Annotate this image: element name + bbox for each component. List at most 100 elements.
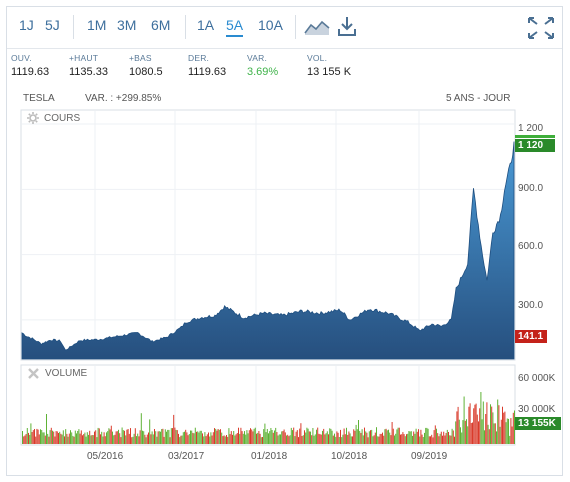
volume-bar	[234, 435, 236, 444]
volume-bar	[299, 428, 301, 444]
volume-bar	[498, 405, 500, 444]
price-y-tick: 900.0	[518, 183, 544, 194]
volume-bar	[199, 430, 201, 444]
volume-bar	[410, 431, 412, 444]
volume-bar	[190, 430, 191, 444]
volume-bar	[296, 430, 298, 444]
volume-bar	[223, 435, 225, 444]
volume-bar	[172, 428, 173, 444]
volume-bar	[360, 432, 362, 444]
volume-bar	[77, 431, 79, 444]
volume-bar	[370, 430, 371, 444]
volume-bar	[215, 428, 217, 444]
volume-bar	[470, 423, 472, 444]
volume-bar	[257, 432, 259, 444]
volume-bar	[68, 433, 70, 444]
volume-bar	[176, 430, 178, 444]
volume-bar	[426, 427, 428, 444]
volume-bar	[382, 432, 383, 444]
volume-bar	[264, 423, 266, 444]
volume-bar	[349, 433, 351, 444]
volume-bar	[98, 428, 100, 444]
volume-bar	[250, 428, 251, 444]
price-y-tick: 1 200	[518, 123, 544, 134]
close-icon[interactable]	[27, 367, 40, 380]
volume-bar	[412, 435, 413, 444]
volume-bar	[185, 429, 187, 444]
volume-panel-tag: VOLUME	[27, 367, 87, 380]
volume-bar	[371, 429, 373, 444]
volume-bar	[284, 432, 286, 444]
volume-bar	[100, 434, 101, 444]
volume-bars	[22, 392, 515, 444]
volume-bar	[323, 428, 325, 444]
volume-bar	[446, 429, 448, 444]
volume-bar	[433, 430, 435, 444]
volume-bar	[202, 433, 203, 444]
price-chart[interactable]	[7, 7, 564, 477]
volume-bar	[180, 435, 182, 444]
volume-bar	[194, 427, 196, 444]
x-tick: 09/2019	[411, 451, 448, 462]
volume-bar	[348, 431, 350, 444]
volume-bar	[200, 430, 202, 444]
volume-bar	[307, 428, 309, 444]
volume-bar	[266, 429, 268, 444]
volume-bar	[290, 427, 292, 444]
volume-bar	[186, 432, 188, 444]
volume-bar	[451, 428, 453, 444]
volume-bar	[355, 424, 357, 444]
volume-bar	[362, 435, 364, 444]
settings-icon[interactable]	[27, 112, 39, 124]
volume-bar	[455, 421, 457, 444]
volume-bar	[161, 429, 163, 444]
volume-bar	[49, 430, 51, 444]
volume-bar	[218, 429, 220, 444]
volume-bar	[162, 428, 164, 444]
volume-bar	[263, 429, 265, 444]
volume-bar	[125, 435, 127, 444]
volume-bar	[334, 433, 335, 444]
volume-bar	[308, 431, 310, 444]
volume-bar	[286, 435, 287, 444]
volume-bar	[395, 433, 397, 444]
volume-bar	[227, 436, 229, 444]
volume-bar	[92, 435, 94, 444]
volume-bar	[341, 437, 343, 444]
volume-bar	[240, 427, 242, 444]
volume-bar	[50, 427, 52, 444]
volume-bar	[146, 434, 148, 444]
volume-bar	[373, 435, 375, 444]
volume-bar	[346, 427, 347, 444]
volume-bar	[85, 436, 87, 444]
volume-bar	[301, 436, 303, 444]
volume-bar	[466, 419, 467, 444]
volume-bar	[82, 435, 83, 444]
volume-bar	[26, 428, 28, 444]
volume-bar	[114, 434, 116, 444]
low-price-badge: 141.1	[515, 330, 547, 343]
volume-bar	[142, 430, 143, 444]
volume-bar	[268, 433, 269, 444]
volume-bar	[36, 428, 38, 444]
volume-bar	[372, 436, 374, 444]
volume-bar	[361, 429, 363, 444]
volume-bar	[461, 432, 463, 444]
volume-bar	[305, 432, 307, 444]
volume-bar	[220, 429, 221, 444]
volume-bar	[367, 437, 369, 444]
volume-bar	[280, 434, 281, 444]
volume-bar	[137, 433, 139, 444]
volume-bar	[110, 425, 112, 444]
volume-bar	[450, 435, 452, 444]
volume-bar	[108, 428, 110, 444]
volume-panel-label: VOLUME	[45, 368, 88, 379]
volume-bar	[29, 434, 31, 444]
volume-bar	[90, 435, 92, 444]
volume-bar	[469, 403, 471, 444]
volume-bar	[385, 428, 387, 444]
volume-bar	[319, 434, 321, 444]
volume-bar	[275, 427, 277, 444]
price-panel-label: COURS	[44, 112, 81, 124]
volume-bar	[84, 432, 86, 444]
